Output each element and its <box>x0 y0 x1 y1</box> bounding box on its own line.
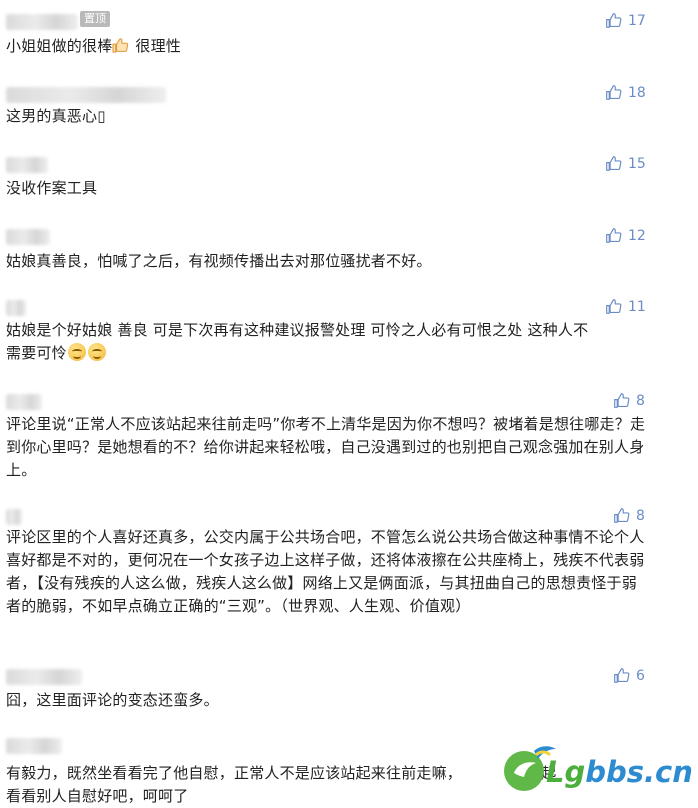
like-count: 6 <box>636 667 645 684</box>
blurred-username <box>6 229 50 245</box>
comment-text: 姑娘真善良，怕喊了之后，有视频传播出去对那位骚扰者不好。 <box>6 252 432 270</box>
comment-text: 这男的真恶心▯ <box>6 107 106 125</box>
like-button[interactable]: 11 <box>605 298 646 315</box>
blurred-username <box>6 14 78 30</box>
like-count: 8 <box>636 392 645 409</box>
blurred-username <box>6 87 166 103</box>
thumbs-up-icon <box>606 85 622 100</box>
like-count: 18 <box>628 84 646 101</box>
thumbs-up-icon <box>606 13 622 28</box>
thumbs-up-icon <box>614 668 630 683</box>
like-count: 8 <box>636 507 645 524</box>
blurred-username <box>6 300 26 316</box>
smile-emoji-icon <box>87 343 106 361</box>
blurred-username <box>6 738 62 754</box>
blurred-username <box>6 509 22 525</box>
smile-emoji-icon <box>67 343 86 361</box>
like-count: 17 <box>628 12 646 29</box>
like-button[interactable]: 17 <box>605 12 646 29</box>
thumbs-up-icon <box>614 393 630 408</box>
pinned-badge: 置顶 <box>80 11 110 27</box>
like-button[interactable]: 12 <box>605 227 646 244</box>
comment-text: 囧，这里面评论的变态还蛮多。 <box>6 691 219 709</box>
thumbs-up-icon <box>614 508 630 523</box>
like-button[interactable]: 8 <box>613 392 645 409</box>
like-button[interactable]: 15 <box>605 155 646 172</box>
blurred-username <box>6 157 48 173</box>
blurred-username <box>6 669 82 685</box>
thumbs-up-icon <box>606 156 622 171</box>
thumbs-up-emoji-icon <box>112 38 129 53</box>
comment-list: 置顶 17 小姐姐做的很棒 很理性 18 这男的真恶心▯ 15 没收作案工具 1… <box>0 0 698 805</box>
comment-text: 小姐姐做的很棒 很理性 <box>6 37 181 55</box>
like-count: 12 <box>628 227 646 244</box>
like-count: 11 <box>628 298 646 315</box>
like-button[interactable]: 6 <box>613 667 645 684</box>
watermark-text: Lgbbs.cn <box>546 755 693 789</box>
comment-text: 评论区里的个人喜好还真多，公交内属于公共场合吧，不管怎么说公共场合做这种事情不论… <box>6 528 645 615</box>
comment-text: 没收作案工具 <box>6 179 98 197</box>
like-count: 15 <box>628 155 646 172</box>
like-button[interactable]: 8 <box>613 507 645 524</box>
blurred-username <box>6 394 42 410</box>
like-button[interactable]: 18 <box>605 84 646 101</box>
thumbs-up-icon <box>606 228 622 243</box>
thumbs-up-icon <box>606 299 622 314</box>
site-watermark-logo: Lgbbs.cn <box>500 735 695 801</box>
comment-text: 评论里说“正常人不应该站起来往前走吗”你考不上清华是因为你不想吗？被堵着是想往哪… <box>6 415 646 479</box>
comment-text: 姑娘是个好姑娘 善良 可是下次再有这种建议报警处理 可怜之人必有可恨之处 这种人… <box>6 321 589 362</box>
